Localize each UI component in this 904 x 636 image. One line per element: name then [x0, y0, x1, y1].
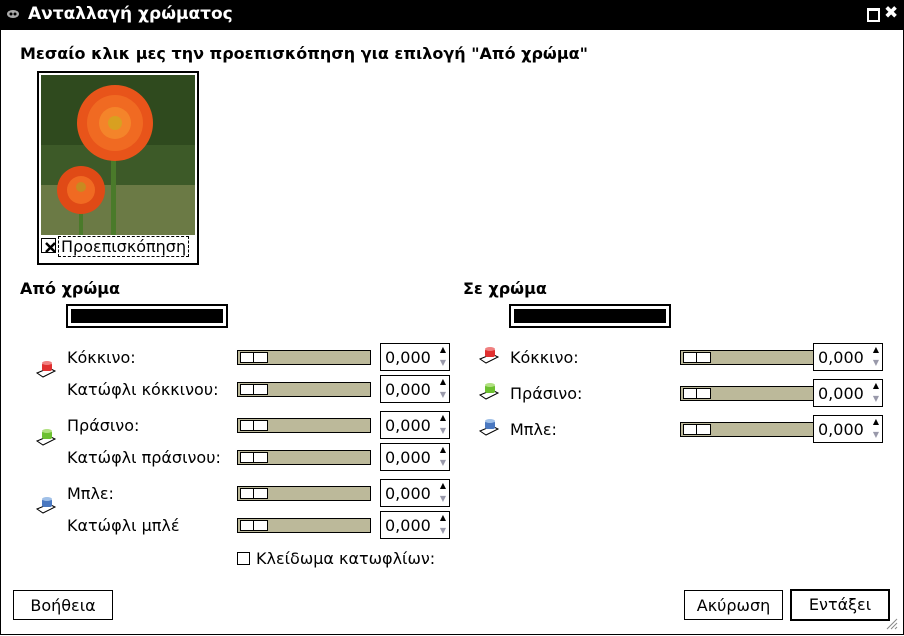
lock-thresholds-label[interactable]: Κλείδωμα κατωφλίων: — [256, 549, 435, 568]
from-blue-threshold-spin[interactable]: 0,000 ▲ ▼ — [380, 511, 450, 539]
to-blue-spin[interactable]: 0,000 ▲ ▼ — [813, 415, 883, 443]
blue-channel-icon — [35, 497, 57, 514]
from-green-threshold-spin[interactable]: 0,000 ▲ ▼ — [380, 443, 450, 471]
from-green-label: Πράσινο: — [67, 416, 140, 435]
to-green-spin[interactable]: 0,000 ▲ ▼ — [813, 379, 883, 407]
from-blue-spin[interactable]: 0,000 ▲ ▼ — [380, 479, 450, 507]
title-bar: Ανταλλαγή χρώματος ✖ — [0, 0, 904, 30]
preview-hint: Μεσαίο κλικ μες την προεπισκόπηση για επ… — [20, 44, 588, 63]
gimp-app-icon — [7, 10, 19, 18]
from-blue-threshold-label: Κατώφλι μπλέ — [67, 516, 180, 535]
from-green-threshold-label: Κατώφλι πράσινου: — [67, 448, 221, 467]
to-color-title: Σε χρώμα — [463, 279, 547, 298]
from-red-slider[interactable] — [237, 350, 371, 365]
to-color-swatch — [514, 309, 666, 323]
from-blue-slider[interactable] — [237, 486, 371, 501]
preview-image[interactable] — [41, 75, 195, 235]
resize-grip-icon[interactable] — [884, 616, 898, 630]
to-red-slider[interactable] — [680, 350, 814, 365]
to-blue-label: Μπλε: — [510, 420, 557, 439]
from-color-swatch — [71, 309, 223, 323]
cancel-button[interactable]: Ακύρωση — [684, 590, 783, 620]
to-green-label: Πράσινο: — [510, 384, 583, 403]
to-color-button[interactable] — [509, 304, 671, 328]
from-green-threshold-slider[interactable] — [237, 450, 371, 465]
from-blue-threshold-slider[interactable] — [237, 518, 371, 533]
help-button[interactable]: Βοήθεια — [13, 590, 113, 620]
red-channel-icon — [35, 361, 57, 378]
from-red-label: Κόκκινο: — [67, 348, 136, 367]
preview-checkbox[interactable] — [41, 238, 56, 253]
from-red-spin[interactable]: 0,000 ▲ ▼ — [380, 343, 450, 371]
from-color-button[interactable] — [66, 304, 228, 328]
from-green-spin[interactable]: 0,000 ▲ ▼ — [380, 411, 450, 439]
ok-button[interactable]: Εντάξει — [790, 589, 890, 621]
to-blue-slider[interactable] — [680, 422, 814, 437]
green-channel-icon — [35, 429, 57, 446]
from-green-slider[interactable] — [237, 418, 371, 433]
window-title: Ανταλλαγή χρώματος — [28, 4, 233, 24]
from-red-threshold-spin[interactable]: 0,000 ▲ ▼ — [380, 375, 450, 403]
green-channel-icon — [478, 383, 500, 400]
to-green-slider[interactable] — [680, 386, 814, 401]
to-red-spin[interactable]: 0,000 ▲ ▼ — [813, 343, 883, 371]
preview-checkbox-label[interactable]: Προεπισκόπηση — [58, 236, 190, 257]
red-channel-icon — [478, 347, 500, 364]
from-red-threshold-label: Κατώφλι κόκκινου: — [67, 380, 219, 399]
to-red-label: Κόκκινο: — [510, 348, 579, 367]
preview-area[interactable]: Προεπισκόπηση — [37, 71, 199, 265]
blue-channel-icon — [478, 419, 500, 436]
maximize-icon[interactable] — [867, 8, 880, 22]
lock-thresholds-checkbox[interactable] — [237, 552, 250, 565]
close-icon[interactable]: ✖ — [884, 3, 898, 23]
from-blue-label: Μπλε: — [67, 484, 114, 503]
from-color-title: Από χρώμα — [20, 279, 121, 298]
from-red-threshold-slider[interactable] — [237, 382, 371, 397]
